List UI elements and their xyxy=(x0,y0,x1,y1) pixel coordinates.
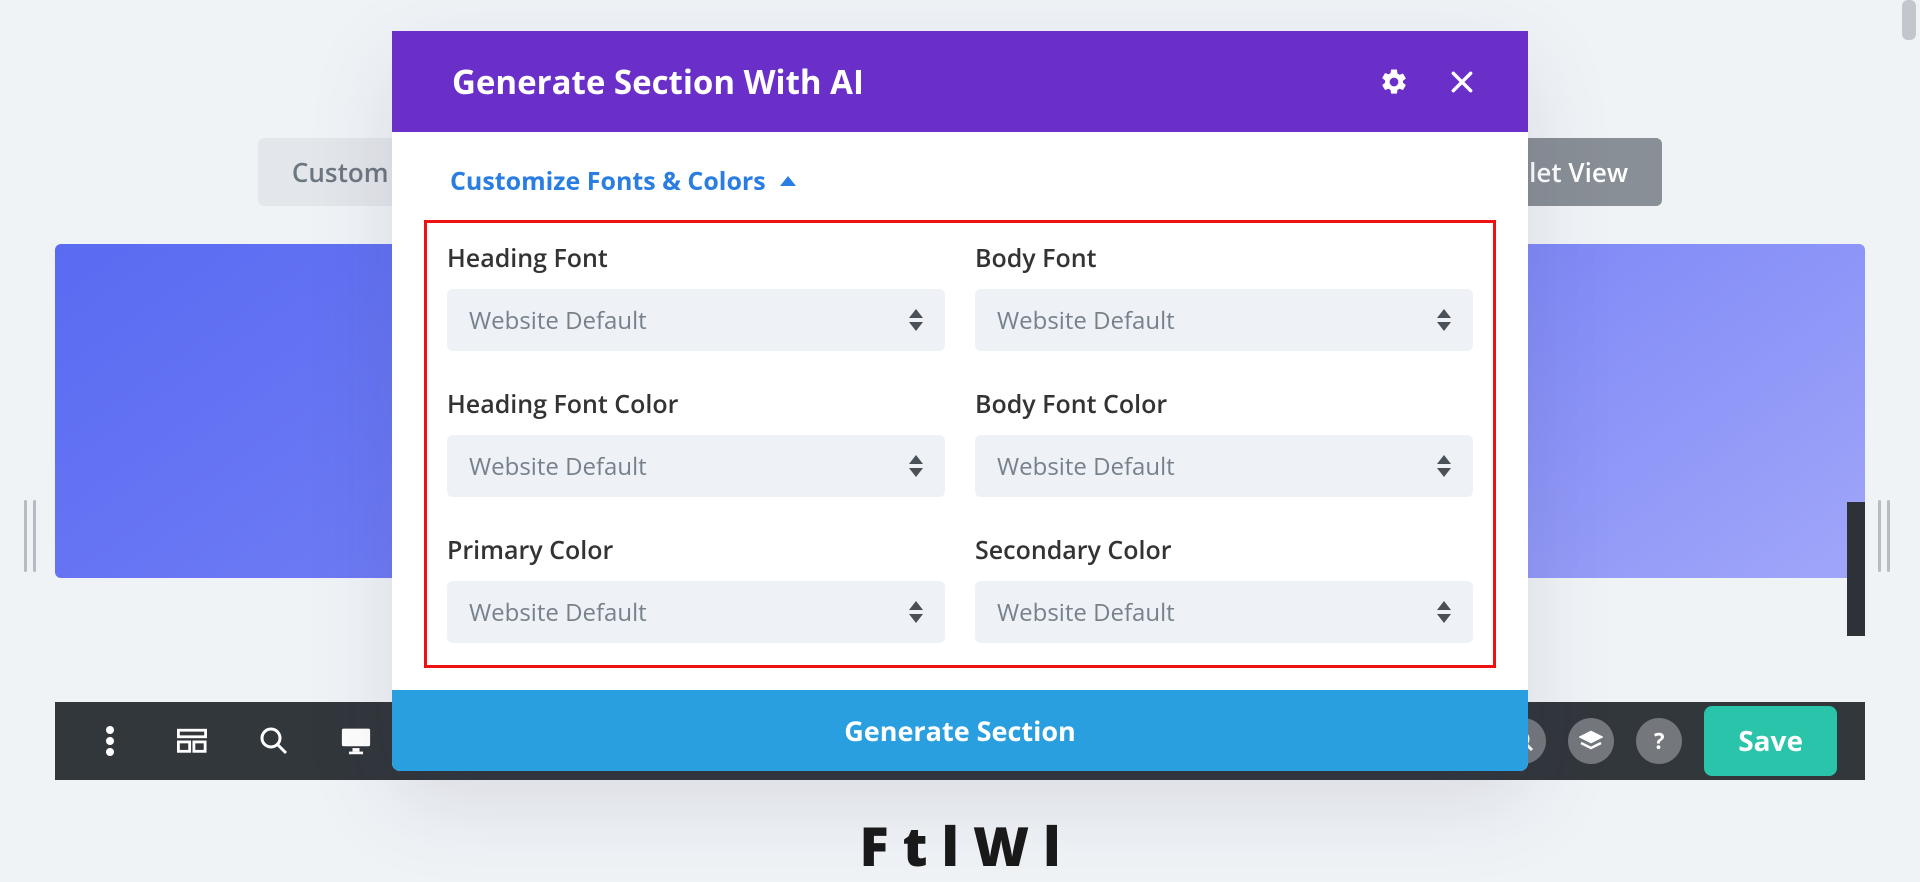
select-value: Website Default xyxy=(997,596,1175,629)
body-font-select[interactable]: Website Default xyxy=(975,289,1473,351)
layers-circle-icon[interactable] xyxy=(1568,718,1614,764)
body-font-color-field: Body Font Color Website Default xyxy=(975,387,1473,497)
gear-icon[interactable] xyxy=(1372,60,1416,104)
secondary-color-select[interactable]: Website Default xyxy=(975,581,1473,643)
customize-fonts-colors-toggle[interactable]: Customize Fonts & Colors xyxy=(450,156,1470,220)
more-icon[interactable] xyxy=(95,726,125,756)
sort-icon xyxy=(909,455,923,477)
page-headline-partial: F t l W l xyxy=(0,808,1920,882)
body-font-field: Body Font Website Default xyxy=(975,241,1473,351)
field-label: Secondary Color xyxy=(975,533,1473,567)
primary-color-select[interactable]: Website Default xyxy=(447,581,945,643)
help-circle-icon[interactable]: ? xyxy=(1636,718,1682,764)
layout-icon[interactable] xyxy=(177,726,207,756)
save-button[interactable]: Save xyxy=(1704,706,1837,776)
select-value: Website Default xyxy=(469,304,647,337)
heading-font-field: Heading Font Website Default xyxy=(447,241,945,351)
zoom-icon[interactable] xyxy=(259,726,289,756)
field-label: Body Font xyxy=(975,241,1473,275)
select-value: Website Default xyxy=(997,450,1175,483)
sort-icon xyxy=(1437,455,1451,477)
scrollbar[interactable] xyxy=(1900,0,1918,817)
sort-icon xyxy=(1437,601,1451,623)
chevron-up-icon xyxy=(780,176,796,186)
body-font-color-select[interactable]: Website Default xyxy=(975,435,1473,497)
secondary-color-field: Secondary Color Website Default xyxy=(975,533,1473,643)
generate-section-button[interactable]: Generate Section xyxy=(392,690,1528,771)
heading-font-color-select[interactable]: Website Default xyxy=(447,435,945,497)
select-value: Website Default xyxy=(469,450,647,483)
sort-icon xyxy=(1437,309,1451,331)
field-label: Heading Font Color xyxy=(447,387,945,421)
drag-handle-right[interactable] xyxy=(1878,500,1896,572)
modal-title: Generate Section With AI xyxy=(452,59,864,104)
scrollbar-thumb[interactable] xyxy=(1902,0,1916,40)
close-icon[interactable] xyxy=(1440,60,1484,104)
heading-font-select[interactable]: Website Default xyxy=(447,289,945,351)
select-value: Website Default xyxy=(469,596,647,629)
field-label: Primary Color xyxy=(447,533,945,567)
primary-color-field: Primary Color Website Default xyxy=(447,533,945,643)
field-label: Body Font Color xyxy=(975,387,1473,421)
generate-section-modal: Generate Section With AI Customize Fonts… xyxy=(392,31,1528,771)
field-label: Heading Font xyxy=(447,241,945,275)
sort-icon xyxy=(909,309,923,331)
heading-font-color-field: Heading Font Color Website Default xyxy=(447,387,945,497)
toggle-label: Customize Fonts & Colors xyxy=(450,164,766,198)
side-panel-collapsed xyxy=(1847,502,1865,636)
sort-icon xyxy=(909,601,923,623)
select-value: Website Default xyxy=(997,304,1175,337)
desktop-icon[interactable] xyxy=(341,726,371,756)
fonts-colors-panel: Heading Font Website Default Body Font W… xyxy=(424,220,1496,668)
drag-handle-left[interactable] xyxy=(24,500,42,572)
modal-header: Generate Section With AI xyxy=(392,31,1528,132)
